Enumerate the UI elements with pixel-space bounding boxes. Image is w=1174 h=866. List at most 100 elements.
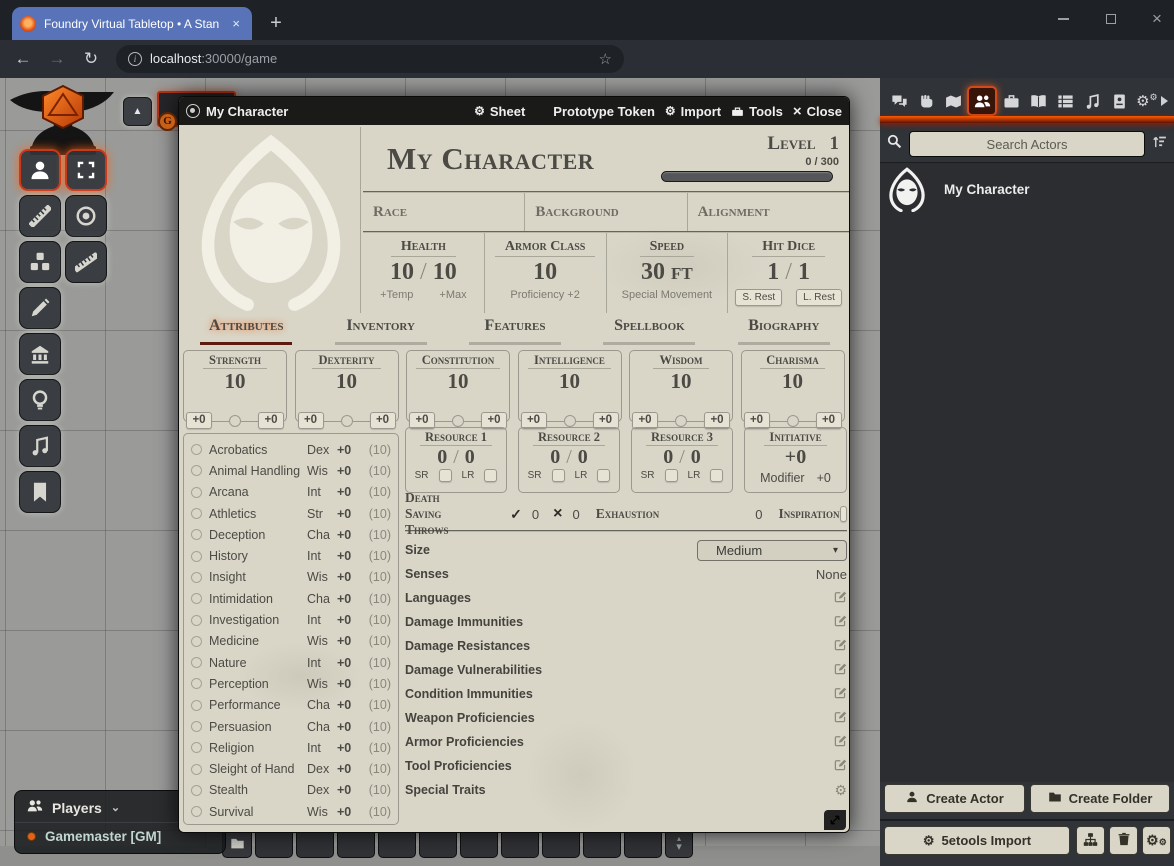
skill-row[interactable]: HistoryInt+0(10) — [191, 545, 391, 566]
death-failure-icon[interactable]: × — [553, 505, 562, 523]
tab-close-icon[interactable]: × — [228, 16, 244, 32]
notes-controls-button[interactable] — [19, 471, 61, 513]
skill-proficiency-radio[interactable] — [191, 742, 202, 753]
sidebar-tab-actors[interactable] — [967, 86, 997, 116]
hp-tempmax-field[interactable]: +Max — [439, 289, 466, 301]
lr-checkbox[interactable] — [597, 469, 610, 482]
skill-row[interactable]: DeceptionCha+0(10) — [191, 524, 391, 545]
settings-gears-button[interactable]: ⚙⚙ — [1142, 826, 1171, 855]
inspiration-checkbox[interactable] — [840, 506, 847, 522]
ac-value[interactable]: 10 — [485, 257, 606, 287]
sound-controls-button[interactable] — [19, 425, 61, 467]
short-rest-button[interactable]: S. Rest — [735, 289, 782, 306]
wall-controls-button[interactable] — [19, 333, 61, 375]
drawing-controls-button[interactable] — [19, 287, 61, 329]
skill-proficiency-radio[interactable] — [191, 721, 202, 732]
ability-name[interactable]: Dexterity — [312, 353, 380, 369]
ability-name[interactable]: Strength — [203, 353, 267, 369]
skill-proficiency-radio[interactable] — [191, 465, 202, 476]
ability-save-mod[interactable]: +0 — [186, 412, 212, 429]
skill-proficiency-radio[interactable] — [191, 678, 202, 689]
ability-name[interactable]: Charisma — [760, 353, 825, 369]
skill-row[interactable]: PersuasionCha+0(10) — [191, 716, 391, 737]
resource-value[interactable]: 0/0 — [406, 446, 506, 468]
ruler-tool-button[interactable] — [65, 241, 107, 283]
tab-biography[interactable]: Biography — [717, 317, 851, 347]
ability-check-mod[interactable]: +0 — [258, 412, 284, 429]
skill-row[interactable]: AcrobaticsDex+0(10) — [191, 439, 391, 460]
skill-proficiency-radio[interactable] — [191, 508, 202, 519]
hp-value[interactable]: 10 / 10 — [363, 257, 484, 287]
hit-dice-value[interactable]: 1 / 1 — [728, 257, 849, 287]
skill-proficiency-radio[interactable] — [191, 806, 202, 817]
death-failure-count[interactable]: 0 — [572, 507, 579, 522]
edit-icon[interactable] — [834, 614, 847, 630]
window-resize-handle[interactable] — [824, 810, 846, 830]
skill-proficiency-radio[interactable] — [191, 551, 202, 562]
ability-name[interactable]: Constitution — [416, 353, 501, 369]
proficiency-radio[interactable] — [787, 415, 799, 427]
prototype-token-button[interactable]: Prototype Token — [535, 103, 655, 120]
folder-tree-button[interactable] — [1076, 826, 1105, 855]
ability-name[interactable]: Wisdom — [653, 353, 708, 369]
edit-icon[interactable] — [834, 734, 847, 750]
ability-save-mod[interactable]: +0 — [298, 412, 324, 429]
skill-row[interactable]: PerceptionWis+0(10) — [191, 673, 391, 694]
sidebar-tab-items[interactable] — [998, 88, 1024, 114]
skill-proficiency-radio[interactable] — [191, 593, 202, 604]
select-tool-button[interactable] — [65, 149, 107, 191]
sidebar-expand-caret-icon[interactable] — [1161, 96, 1168, 106]
skill-proficiency-radio[interactable] — [191, 700, 202, 711]
browser-tab[interactable]: Foundry Virtual Tabletop • A Stan × — [12, 7, 252, 40]
sort-icon[interactable] — [1152, 134, 1167, 154]
skill-row[interactable]: ReligionInt+0(10) — [191, 737, 391, 758]
window-maximize-button[interactable] — [1088, 0, 1134, 38]
resource-current[interactable]: 0 — [550, 446, 560, 468]
resource-value[interactable]: 0/0 — [519, 446, 619, 468]
ability-score[interactable]: 10 — [519, 369, 621, 393]
field-background-input[interactable]: Background — [525, 193, 687, 231]
skill-row[interactable]: Animal HandlingWis+0(10) — [191, 460, 391, 481]
initiative-modifier-value[interactable]: +0 — [817, 471, 831, 485]
sidebar-tab-playlists[interactable] — [1080, 88, 1106, 114]
hp-temp-field[interactable]: +Temp — [380, 289, 413, 301]
skill-proficiency-radio[interactable] — [191, 785, 202, 796]
edit-icon[interactable] — [834, 638, 847, 654]
resource-max[interactable]: 0 — [465, 446, 475, 468]
lighting-controls-button[interactable] — [19, 379, 61, 421]
window-close-button[interactable]: × — [1134, 0, 1174, 38]
initiative-total[interactable]: +0 — [745, 446, 846, 468]
tools-button[interactable]: Tools — [731, 103, 783, 120]
skill-proficiency-radio[interactable] — [191, 572, 202, 583]
speed-value[interactable]: 30 ft — [607, 257, 728, 287]
skill-row[interactable]: SurvivalWis+0(10) — [191, 801, 391, 822]
ability-score[interactable]: 10 — [742, 369, 844, 393]
resource-max[interactable]: 0 — [578, 446, 588, 468]
create-folder-button[interactable]: Create Folder — [1030, 784, 1170, 813]
edit-icon[interactable] — [834, 710, 847, 726]
url-bar[interactable]: i localhost:30000/game ☆ — [116, 45, 624, 73]
forward-button[interactable]: → — [40, 49, 74, 69]
skill-proficiency-radio[interactable] — [191, 529, 202, 540]
target-tool-button[interactable] — [65, 195, 107, 237]
sidebar-tab-chat[interactable] — [886, 88, 912, 114]
skill-row[interactable]: PerformanceCha+0(10) — [191, 695, 391, 716]
sheet-button[interactable]: ⚙Sheet — [474, 103, 525, 120]
reload-button[interactable]: ↻ — [74, 49, 108, 69]
sr-checkbox[interactable] — [439, 469, 452, 482]
skill-row[interactable]: ArcanaInt+0(10) — [191, 482, 391, 503]
edit-icon[interactable] — [834, 686, 847, 702]
skill-proficiency-radio[interactable] — [191, 487, 202, 498]
back-button[interactable]: ← — [6, 49, 40, 69]
ability-check-mod[interactable]: +0 — [370, 412, 396, 429]
skill-proficiency-radio[interactable] — [191, 444, 202, 455]
tab-spellbook[interactable]: Spellbook — [582, 317, 716, 347]
skill-proficiency-radio[interactable] — [191, 636, 202, 647]
sheet-window-header[interactable]: My Character ⚙SheetPrototype Token⚙Impor… — [179, 97, 849, 125]
proficiency-radio[interactable] — [452, 415, 464, 427]
token-controls-button[interactable] — [19, 149, 61, 191]
import-button[interactable]: ⚙Import — [665, 103, 721, 120]
skill-row[interactable]: StealthDex+0(10) — [191, 780, 391, 801]
bookmark-star-icon[interactable]: ☆ — [599, 50, 612, 68]
sidebar-collapse-button[interactable]: ▲ — [123, 97, 152, 126]
